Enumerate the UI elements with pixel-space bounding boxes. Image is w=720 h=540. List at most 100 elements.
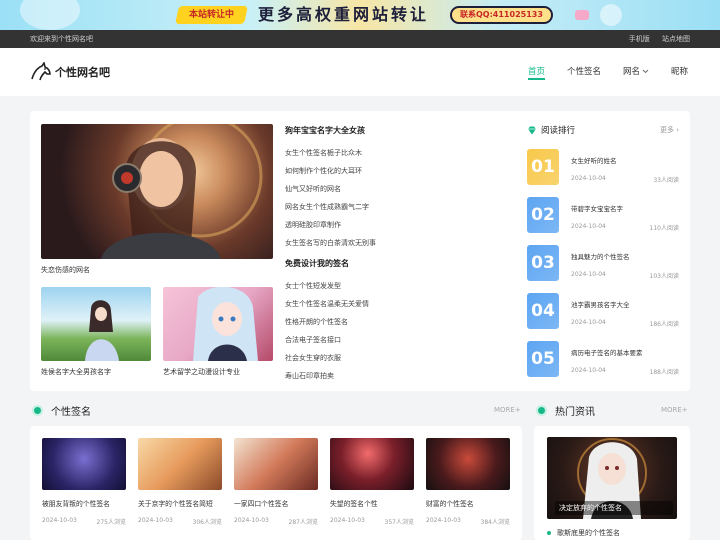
chevron-down-icon xyxy=(642,69,649,74)
nav-signatures[interactable]: 个性签名 xyxy=(567,48,601,96)
ranking-item[interactable]: 01 女生好听的姓名 2024-10-04 33人阅读 xyxy=(527,149,679,185)
signature-title[interactable]: 一家四口个性签名 xyxy=(234,498,318,508)
list-item[interactable]: 合法电子签名接口 xyxy=(285,331,485,349)
signature-title[interactable]: 失望的签名个性 xyxy=(330,498,414,508)
welcome-text: 欢迎来到个性网名吧 xyxy=(30,35,93,43)
article-group-title-2[interactable]: 免费设计我的签名 xyxy=(285,258,485,269)
list-item[interactable]: 女士个性短发发型 xyxy=(285,277,485,295)
rank-number-badge: 05 xyxy=(527,341,559,377)
list-item[interactable]: 女生个性签名温柔无关爱情 xyxy=(285,295,485,313)
rank-item-date: 2024-10-04 xyxy=(571,271,606,278)
hot-news-image-caption: 决定放弃的个性签名 xyxy=(559,504,622,512)
rank-item-title: 池字霸男孩名字大全 xyxy=(571,301,630,309)
hot-news-item-title: 歌斯底里的个性签名 xyxy=(557,529,620,537)
list-item[interactable]: 女生签名写的白茶清欢无别事 xyxy=(285,234,485,252)
rank-number-badge: 04 xyxy=(527,293,559,329)
rank-item-title: 独具魅力的个性签名 xyxy=(571,253,630,261)
signature-date: 2024-10-03 xyxy=(138,517,173,524)
list-item[interactable]: 网名女生个性成熟霸气二字 xyxy=(285,198,485,216)
signature-title[interactable]: 被朋友背叛的个性签名 xyxy=(42,498,126,508)
signature-meta: 2024-10-03 384人浏览 xyxy=(426,517,510,526)
signatures-title: 个性签名 xyxy=(51,406,91,418)
signature-card[interactable]: 一家四口个性签名 2024-10-03 287人浏览 xyxy=(234,438,318,526)
signature-title[interactable]: 关于京字的个性签名简短 xyxy=(138,498,222,508)
featured-sub-image-2[interactable] xyxy=(163,287,273,361)
list-item[interactable]: 寿山石印章拍卖 xyxy=(285,367,485,385)
banner-decoration xyxy=(600,4,622,26)
banner-decoration xyxy=(575,10,589,20)
hot-title: 热门资讯 xyxy=(555,406,595,418)
hot-news-item[interactable]: 歌斯底里的个性签名 xyxy=(547,528,620,538)
rank-number-badge: 03 xyxy=(527,245,559,281)
signature-thumbnail[interactable] xyxy=(138,438,222,490)
featured-sub-caption-2[interactable]: 艺术留学之动漫设计专业 xyxy=(163,367,240,377)
signature-card[interactable]: 失望的签名个性 2024-10-03 357人浏览 xyxy=(330,438,414,526)
hot-more-link[interactable]: MORE+ xyxy=(661,406,688,414)
ranking-item[interactable]: 02 带碧字女宝宝名字 2024-10-04 110人阅读 xyxy=(527,197,679,233)
reading-ranking: 阅读排行 更多 › 01 女生好听的姓名 2024-10-04 33人阅读 02 带碧字女… xyxy=(527,123,679,377)
rank-number-badge: 01 xyxy=(527,149,559,185)
ranking-item[interactable]: 05 病历电子签名的基本要素 2024-10-04 188人阅读 xyxy=(527,341,679,377)
list-item[interactable]: 社会女生穿的衣服 xyxy=(285,349,485,367)
rank-item-views: 103人阅读 xyxy=(649,273,679,280)
banner-decoration xyxy=(20,0,80,30)
signature-thumbnail[interactable] xyxy=(42,438,126,490)
hot-news-image[interactable]: 决定放弃的个性签名 xyxy=(547,437,677,519)
signature-thumbnail[interactable] xyxy=(234,438,318,490)
sitemap-link[interactable]: 站点地图 xyxy=(662,35,690,43)
signature-card[interactable]: 关于京字的个性签名简短 2024-10-03 306人浏览 xyxy=(138,438,222,526)
ranking-more-label: 更多 xyxy=(659,126,674,134)
signature-title[interactable]: 财富的个性签名 xyxy=(426,498,510,508)
rank-item-date: 2024-10-04 xyxy=(571,319,606,326)
banner-tag: 本站转让中 xyxy=(175,6,248,24)
signature-views: 306人浏览 xyxy=(192,519,222,526)
signature-thumbnail[interactable] xyxy=(330,438,414,490)
rank-item-title: 带碧字女宝宝名字 xyxy=(571,205,623,213)
mobile-link[interactable]: 手机版 xyxy=(629,35,650,43)
article-group-title-1[interactable]: 狗年宝宝名字大全女孩 xyxy=(285,125,485,136)
list-item[interactable]: 女生个性签名栀子比众木 xyxy=(285,144,485,162)
promo-banner[interactable]: 本站转让中 更多高权重网站转让 联系QQ:411025133 xyxy=(0,0,720,30)
nav-nicknames-dropdown[interactable]: 网名 xyxy=(623,48,649,96)
list-item[interactable]: 性格开朗的个性签名 xyxy=(285,313,485,331)
signature-views: 275人浏览 xyxy=(96,519,126,526)
signatures-more-link[interactable]: MORE+ xyxy=(494,406,521,414)
list-item[interactable]: 透明硅胶印章制作 xyxy=(285,216,485,234)
logo-text: 个性网名吧 xyxy=(55,66,110,79)
rank-number-badge: 02 xyxy=(527,197,559,233)
rank-item-views: 188人阅读 xyxy=(649,369,679,376)
nav-aliases[interactable]: 昵称 xyxy=(671,48,688,96)
ranking-item[interactable]: 03 独具魅力的个性签名 2024-10-04 103人阅读 xyxy=(527,245,679,281)
section-dot-icon xyxy=(538,406,545,414)
signature-views: 287人浏览 xyxy=(288,519,318,526)
signature-meta: 2024-10-03 287人浏览 xyxy=(234,517,318,526)
rank-item-views: 110人阅读 xyxy=(649,225,679,232)
bullet-icon xyxy=(547,531,551,535)
featured-sub-image-1[interactable] xyxy=(41,287,151,361)
list-item[interactable]: 仙气又好听的网名 xyxy=(285,180,485,198)
rank-item-title: 病历电子签名的基本要素 xyxy=(571,349,643,357)
nav-home[interactable]: 首页 xyxy=(527,48,545,96)
signature-date: 2024-10-03 xyxy=(42,517,77,524)
list-item[interactable]: 如何制作个性化的大耳环 xyxy=(285,162,485,180)
signature-card[interactable]: 财富的个性签名 2024-10-03 384人浏览 xyxy=(426,438,510,526)
section-dot-icon xyxy=(34,406,41,414)
ranking-item[interactable]: 04 池字霸男孩名字大全 2024-10-04 186人阅读 xyxy=(527,293,679,329)
signature-date: 2024-10-03 xyxy=(330,517,365,524)
ranking-more-link[interactable]: 更多 › xyxy=(660,125,679,135)
signature-card[interactable]: 被朋友背叛的个性签名 2024-10-03 275人浏览 xyxy=(42,438,126,526)
featured-sub-caption-1[interactable]: 姓侯名字大全男孩名字 xyxy=(41,367,111,377)
featured-main-image[interactable] xyxy=(41,124,273,259)
ranking-title-wrap: 阅读排行 xyxy=(527,124,575,136)
article-list: 狗年宝宝名字大全女孩 女生个性签名栀子比众木 如何制作个性化的大耳环 仙气又好听… xyxy=(285,125,485,385)
rank-item-date: 2024-10-04 xyxy=(571,367,606,374)
banner-contact: 联系QQ:411025133 xyxy=(450,6,553,24)
girl-field-illustration xyxy=(85,300,119,361)
site-logo[interactable]: 个性网名吧 xyxy=(30,62,110,82)
diamond-icon xyxy=(528,126,536,134)
signature-views: 384人浏览 xyxy=(480,519,510,526)
signature-thumbnail[interactable] xyxy=(426,438,510,490)
hot-news-card: 决定放弃的个性签名 歌斯底里的个性签名 xyxy=(534,426,690,540)
featured-main-caption[interactable]: 失恋伤感的网名 xyxy=(41,265,90,275)
top-links: 手机版 站点地图 xyxy=(619,30,690,48)
